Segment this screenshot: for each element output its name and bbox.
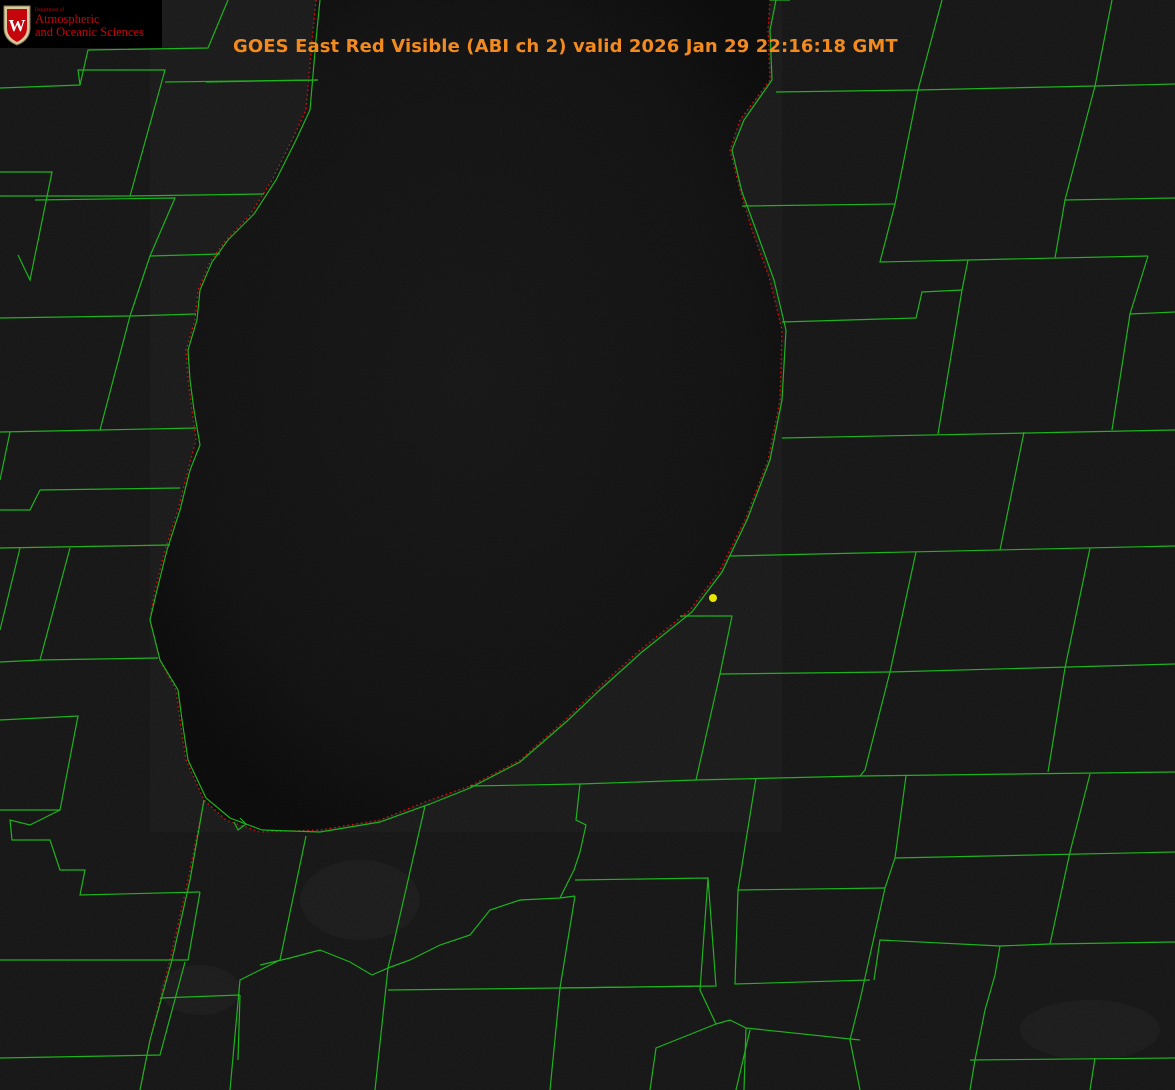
satellite-map <box>0 0 1175 1090</box>
uw-crest-icon: W <box>3 5 31 46</box>
map-svg <box>0 0 1175 1090</box>
crest-letter: W <box>9 16 26 35</box>
logo-line-2: and Oceanic Sciences <box>35 25 144 39</box>
image-title: GOES East Red Visible (ABI ch 2) valid 2… <box>233 36 898 57</box>
location-marker <box>709 594 717 602</box>
uw-aos-logo: W Department of Atmospheric and Oceanic … <box>0 0 162 48</box>
